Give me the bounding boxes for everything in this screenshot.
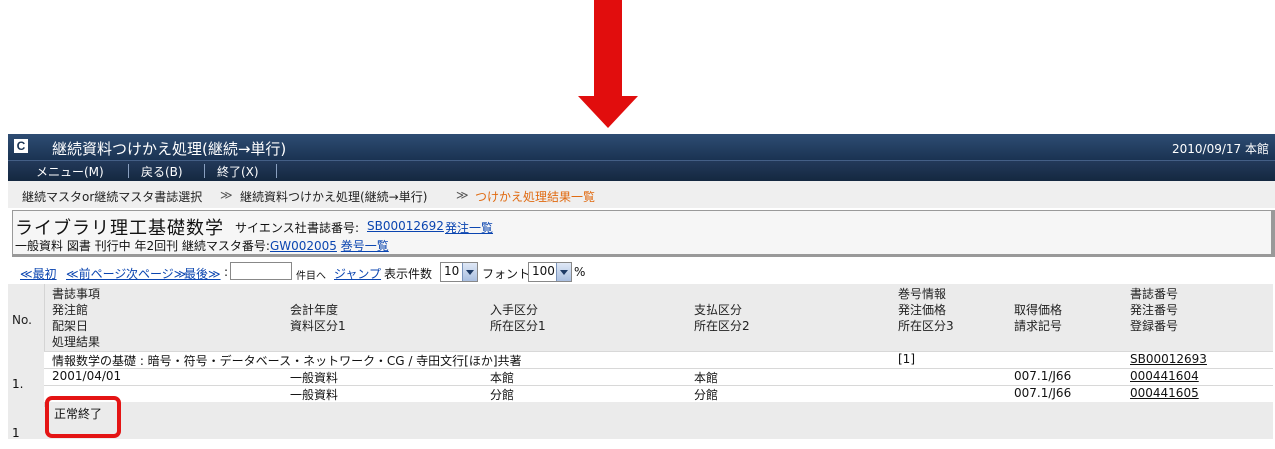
header-order-price: 発注価格 bbox=[898, 303, 947, 317]
row-number: 1. bbox=[12, 377, 24, 391]
breadcrumb: 継続マスタor継続マスタ書誌選択 ≫ 継続資料つけかえ処理(継続→単行) ≫ つ… bbox=[8, 181, 1275, 208]
window-title: 継続資料つけかえ処理(継続→単行) bbox=[52, 140, 287, 158]
header-location1: 所在区分1 bbox=[490, 319, 546, 333]
app-window: C 継続資料つけかえ処理(継続→単行) 2010/09/17 本館 メニュー(M… bbox=[8, 134, 1275, 449]
menu-separator bbox=[128, 164, 129, 178]
location2: 分館 bbox=[694, 388, 719, 402]
app-logo-icon: C bbox=[14, 139, 28, 153]
menu-separator bbox=[276, 164, 277, 178]
registration-number-link[interactable]: 000441605 bbox=[1130, 386, 1199, 400]
shelf-date: 2001/04/01 bbox=[52, 369, 122, 383]
registration-number-link[interactable]: 000441604 bbox=[1130, 369, 1199, 383]
breadcrumb-separator: ≫ bbox=[456, 188, 469, 202]
header-shelf-date: 配架日 bbox=[52, 319, 89, 333]
header-registration-number: 登録番号 bbox=[1130, 319, 1179, 333]
last-page-link[interactable]: 最後≫ bbox=[184, 265, 221, 282]
breadcrumb-item-transfer[interactable]: 継続資料つけかえ処理(継続→単行) bbox=[240, 188, 427, 205]
breadcrumb-item-master-select[interactable]: 継続マスタor継続マスタ書誌選択 bbox=[22, 188, 202, 205]
pager-colon: : bbox=[224, 265, 229, 279]
table-row bbox=[44, 385, 1273, 402]
table-row bbox=[44, 368, 1273, 385]
volume-list-link[interactable]: 巻号一覧 bbox=[341, 239, 389, 253]
header-bib-item: 書誌事項 bbox=[52, 287, 101, 301]
call-number: 007.1/J66 bbox=[1014, 386, 1072, 400]
menu-bar: メニュー(M) 戻る(B) 終了(X) bbox=[8, 160, 1275, 181]
per-page-value: 10 bbox=[444, 264, 460, 278]
chevron-down-icon[interactable] bbox=[462, 263, 477, 281]
record-format: 一般資料 図書 刊行中 年2回刊 bbox=[15, 239, 179, 253]
total-count: 1 bbox=[12, 426, 20, 440]
master-number-link[interactable]: GW002005 bbox=[270, 239, 337, 253]
order-list-link[interactable]: 発注一覧 bbox=[445, 219, 493, 236]
header-acquired-price: 取得価格 bbox=[1014, 303, 1063, 317]
volume-info: [1] bbox=[898, 352, 915, 366]
jump-button[interactable]: ジャンプ bbox=[334, 265, 381, 282]
header-result: 処理結果 bbox=[52, 335, 101, 349]
header-volume-info: 巻号情報 bbox=[898, 287, 947, 301]
bib-number-label: 書誌番号: bbox=[307, 221, 360, 235]
title-bar: C 継続資料つけかえ処理(継続→単行) 2010/09/17 本館 bbox=[8, 134, 1275, 160]
bib-number-cell-link[interactable]: SB00012693 bbox=[1130, 352, 1207, 366]
font-unit-label: % bbox=[574, 265, 586, 279]
back-button[interactable]: 戻る(B) bbox=[141, 163, 183, 180]
record-publisher: サイエンス社 bbox=[235, 221, 307, 235]
bib-title: 情報数学の基礎 : 暗号・符号・データベース・ネットワーク・CG / 寺田文行[… bbox=[52, 354, 522, 368]
header-order-number: 発注番号 bbox=[1130, 303, 1179, 317]
call-number: 007.1/J66 bbox=[1014, 369, 1072, 383]
master-number-label: 継続マスタ番号: bbox=[181, 239, 270, 253]
menu-button[interactable]: メニュー(M) bbox=[36, 163, 104, 180]
per-page-label: 表示件数 bbox=[384, 267, 433, 281]
record-info-line: 一般資料 図書 刊行中 年2回刊 継続マスタ番号:GW002005 巻号一覧 bbox=[15, 237, 389, 254]
page-number-input[interactable] bbox=[230, 262, 292, 280]
material-class: 一般資料 bbox=[290, 371, 339, 385]
header-location2: 所在区分2 bbox=[694, 319, 750, 333]
first-page-link[interactable]: ≪最初 bbox=[20, 265, 57, 282]
record-info-panel: ライブラリ理工基礎数学 サイエンス社 書誌番号: SB00012692 発注一覧… bbox=[12, 210, 1275, 257]
font-size-value: 100 bbox=[532, 264, 555, 278]
header-bib-number: 書誌番号 bbox=[1130, 287, 1179, 301]
location1: 分館 bbox=[490, 388, 515, 402]
font-size-select[interactable]: 100 bbox=[528, 262, 572, 282]
down-arrow-icon bbox=[578, 96, 638, 128]
header-fiscal-year: 会計年度 bbox=[290, 303, 339, 317]
header-order-library: 発注館 bbox=[52, 303, 89, 317]
bib-number-link[interactable]: SB00012692 bbox=[367, 219, 444, 233]
location1: 本館 bbox=[490, 371, 515, 385]
header-payment: 支払区分 bbox=[694, 303, 743, 317]
per-page-select[interactable]: 10 bbox=[440, 262, 478, 282]
result-table: 書誌事項 発注館 会計年度 入手区分 支払区分 巻号情報 発注価格 取得価格 書… bbox=[8, 284, 1273, 439]
header-location3: 所在区分3 bbox=[898, 319, 954, 333]
date-location: 2010/09/17 本館 bbox=[1172, 142, 1269, 156]
next-page-link[interactable]: 次ページ≫ bbox=[126, 265, 186, 282]
header-no: No. bbox=[12, 313, 32, 327]
header-acquisition: 入手区分 bbox=[490, 303, 539, 317]
pager: ≪最初 ≪前ページ 次ページ≫ 最後≫ : 件目へ ジャンプ 表示件数 10 フ… bbox=[20, 262, 720, 282]
down-arrow-shaft bbox=[594, 0, 622, 98]
breadcrumb-separator: ≫ bbox=[220, 188, 233, 202]
chevron-down-icon[interactable] bbox=[556, 263, 571, 281]
font-label: フォント bbox=[482, 267, 531, 281]
jump-suffix-label: 件目へ bbox=[296, 271, 326, 282]
menu-separator bbox=[204, 164, 205, 178]
result-highlight-box bbox=[45, 396, 121, 438]
location2: 本館 bbox=[694, 371, 719, 385]
prev-page-link[interactable]: ≪前ページ bbox=[66, 265, 126, 282]
exit-button[interactable]: 終了(X) bbox=[217, 163, 259, 180]
breadcrumb-item-current: つけかえ処理結果一覧 bbox=[475, 190, 596, 204]
header-material-class1: 資料区分1 bbox=[290, 319, 346, 333]
header-call-number: 請求記号 bbox=[1014, 319, 1063, 333]
material-class: 一般資料 bbox=[290, 388, 339, 402]
